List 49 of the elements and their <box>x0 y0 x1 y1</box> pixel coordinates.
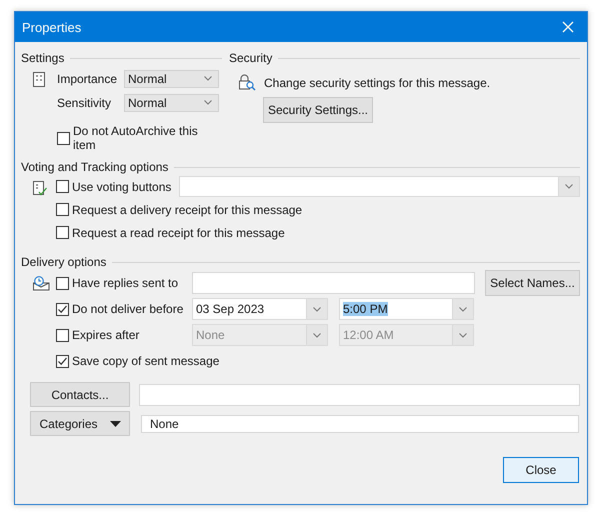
replies-input-field[interactable] <box>192 272 475 294</box>
categories-button[interactable]: Categories <box>30 411 130 436</box>
envelope-clock-icon <box>33 276 50 291</box>
section-heading: Security <box>229 51 272 65</box>
sensitivity-dropdown[interactable]: Normal <box>124 94 219 112</box>
categories-field[interactable]: None <box>141 414 579 432</box>
security-settings-button[interactable]: Security Settings... <box>263 97 373 123</box>
chevron-icon <box>459 306 467 312</box>
checkbox[interactable] <box>56 180 69 193</box>
checkbox[interactable] <box>56 203 69 216</box>
checkbox-label: Do not deliver before <box>72 302 184 316</box>
document-list-icon <box>33 72 45 87</box>
chevron-icon <box>313 332 321 338</box>
security-description: Change security settings for this message. <box>264 76 490 90</box>
caret-down-icon <box>110 420 121 426</box>
checkbox-label: Use voting buttons <box>72 180 172 194</box>
chevron-icon <box>204 76 212 81</box>
chevron-icon <box>565 184 573 189</box>
importance-dropdown[interactable]: Normal <box>124 70 219 88</box>
checkbox-label: Have replies sent to <box>72 276 180 290</box>
section-heading: Delivery options <box>21 255 106 269</box>
checkbox[interactable] <box>56 302 69 316</box>
checkbox[interactable] <box>57 132 70 144</box>
lock-magnifier-icon <box>238 74 256 91</box>
select-names-button[interactable]: Select Names... <box>485 270 580 296</box>
chevron-icon <box>313 306 321 312</box>
sensitivity-label: Sensitivity <box>57 96 112 110</box>
window-title: Properties <box>22 20 82 34</box>
close-icon[interactable] <box>562 21 574 33</box>
checkbox[interactable] <box>56 276 69 290</box>
section-heading: Settings <box>21 51 64 65</box>
document-check-icon <box>33 181 47 196</box>
section-heading: Voting and Tracking options <box>21 160 168 174</box>
time-combo[interactable]: 5:00 PM <box>339 298 474 320</box>
date-combo[interactable]: 03 Sep 2023 <box>192 298 328 320</box>
close-button[interactable]: Close <box>503 457 579 483</box>
checkbox[interactable] <box>56 328 69 342</box>
checkbox[interactable] <box>56 226 69 239</box>
checkbox-label: Save copy of sent message <box>72 354 220 368</box>
importance-label: Importance <box>57 72 118 86</box>
chevron-icon <box>459 332 467 338</box>
checkbox-label: Request a read receipt for this message <box>72 226 285 240</box>
checkbox-label: Expires after <box>72 328 140 342</box>
checkbox[interactable] <box>56 354 69 368</box>
chevron-icon <box>204 100 212 105</box>
contacts-input-field[interactable] <box>139 384 580 406</box>
contacts-button[interactable]: Contacts... <box>30 382 130 407</box>
checkbox-label: Do not AutoArchive this item <box>73 124 199 152</box>
checkbox-label: Request a delivery receipt for this message <box>72 202 302 216</box>
